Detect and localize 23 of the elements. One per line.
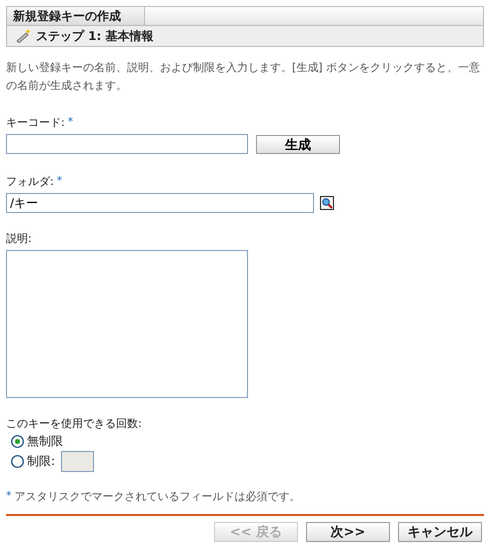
field-label: フォルダ:: [6, 174, 54, 189]
folder-field[interactable]: /キー: [6, 193, 314, 213]
required-mark: *: [68, 115, 74, 130]
note-text: アスタリスクでマークされているフィールドは必須です。: [14, 489, 300, 504]
radio-label: 無制限: [27, 432, 63, 450]
required-mark: *: [56, 174, 62, 189]
wizard-button[interactable]: 次>>: [306, 522, 390, 542]
required-mark: *: [6, 489, 12, 504]
field-label: このキーを使用できる回数:: [6, 416, 142, 431]
search-icon[interactable]: [320, 196, 334, 210]
dialog-title: 新規登録キーの作成: [7, 7, 145, 25]
radio-button[interactable]: [11, 434, 24, 448]
wizard-button[interactable]: キャンセル: [398, 522, 482, 542]
radio-button[interactable]: [11, 454, 24, 468]
intro-text: 新しい登録キーの名前、説明、および制限を入力します。[生成] ボタンをクリックすると、一意の名前が生成されます。: [6, 60, 482, 94]
description-field[interactable]: [6, 250, 248, 398]
wand-icon: [15, 29, 31, 43]
field-label: 説明:: [6, 231, 32, 246]
step-title: ステップ 1: 基本情報: [36, 28, 154, 44]
key-code-field[interactable]: [6, 134, 248, 154]
field-label: キーコード:: [6, 115, 65, 130]
generate-button[interactable]: 生成: [256, 134, 340, 154]
radio-label: 制限:: [27, 452, 56, 470]
